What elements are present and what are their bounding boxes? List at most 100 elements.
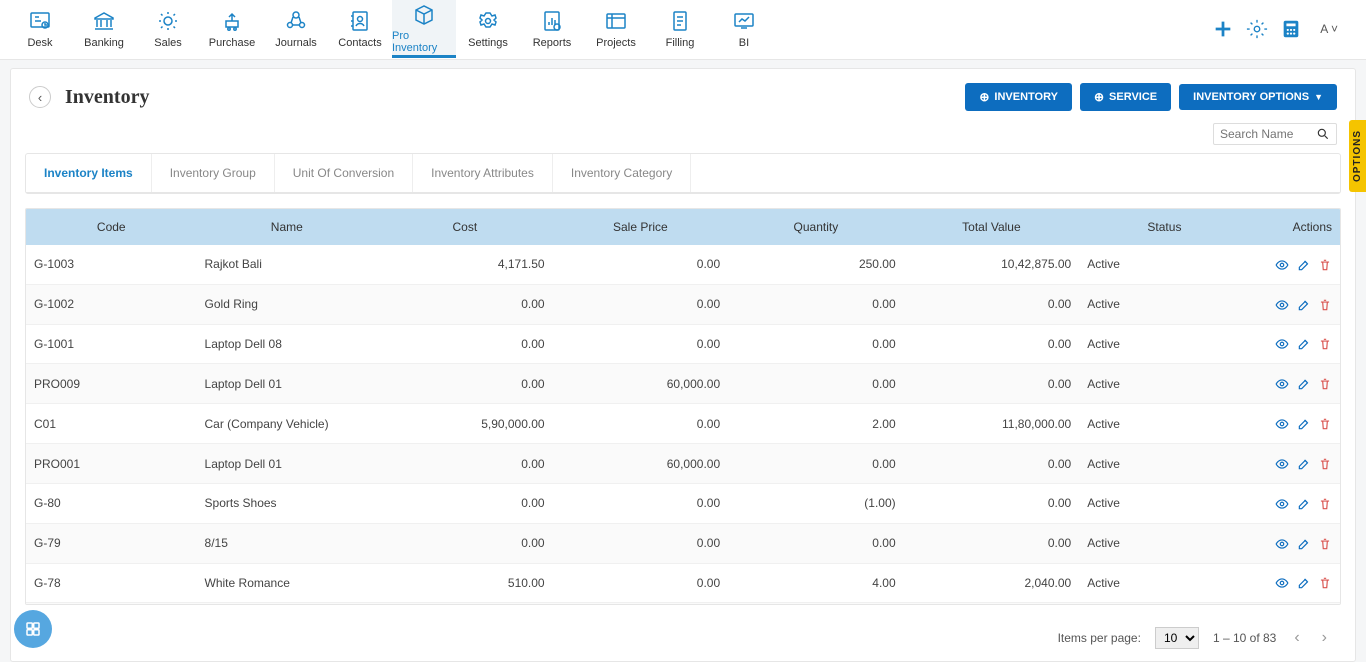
- table-row: PRO001 Laptop Dell 01 0.00 60,000.00 0.0…: [26, 444, 1340, 484]
- nav-journals[interactable]: Journals: [264, 0, 328, 58]
- view-icon[interactable]: [1275, 576, 1289, 590]
- delete-icon[interactable]: [1318, 258, 1332, 272]
- cell-actions: [1250, 324, 1340, 364]
- nav-desk[interactable]: Desk: [8, 0, 72, 58]
- cell-name: Rajkot Bali: [197, 245, 378, 284]
- cell-status: Active: [1079, 324, 1250, 364]
- col-status[interactable]: Status: [1079, 209, 1250, 245]
- col-qty[interactable]: Quantity: [728, 209, 904, 245]
- gear-icon[interactable]: [1246, 18, 1268, 40]
- nav-bi[interactable]: BI: [712, 0, 776, 58]
- edit-icon[interactable]: [1297, 298, 1311, 312]
- nav-reports[interactable]: Reports: [520, 0, 584, 58]
- delete-icon[interactable]: [1318, 337, 1332, 351]
- cell-name: Car (Company Vehicle): [197, 404, 378, 444]
- edit-icon[interactable]: [1297, 576, 1311, 590]
- calculator-icon[interactable]: [1280, 18, 1302, 40]
- cell-code: G-78: [26, 563, 197, 603]
- view-icon[interactable]: [1275, 298, 1289, 312]
- edit-icon[interactable]: [1297, 258, 1311, 272]
- col-name[interactable]: Name: [197, 209, 378, 245]
- nav-purchase[interactable]: Purchase: [200, 0, 264, 58]
- tab-inventory-items[interactable]: Inventory Items: [26, 154, 152, 192]
- delete-icon[interactable]: [1318, 537, 1332, 551]
- search-icon[interactable]: [1316, 127, 1330, 141]
- apps-fab[interactable]: [14, 610, 52, 648]
- edit-icon[interactable]: [1297, 377, 1311, 391]
- nav-banking[interactable]: Banking: [72, 0, 136, 58]
- col-cost[interactable]: Cost: [377, 209, 553, 245]
- cell-code: G-79: [26, 523, 197, 563]
- nav-pro-inventory[interactable]: Pro Inventory: [392, 0, 456, 58]
- chevron-down-icon: ˅: [1331, 22, 1338, 36]
- cell-sale: 0.00: [553, 523, 729, 563]
- delete-icon[interactable]: [1318, 298, 1332, 312]
- view-icon[interactable]: [1275, 497, 1289, 511]
- cell-qty: 0.00: [728, 523, 904, 563]
- nav-projects[interactable]: Projects: [584, 0, 648, 58]
- cell-code: PRO009: [26, 364, 197, 404]
- col-sale[interactable]: Sale Price: [553, 209, 729, 245]
- nav-sales[interactable]: Sales: [136, 0, 200, 58]
- cell-actions: [1250, 364, 1340, 404]
- edit-icon[interactable]: [1297, 537, 1311, 551]
- cell-cost: 0.00: [377, 324, 553, 364]
- tab-inventory-group[interactable]: Inventory Group: [152, 154, 275, 192]
- nav-label: Reports: [533, 37, 572, 49]
- inventory-options-button[interactable]: INVENTORY OPTIONS ▼: [1179, 84, 1337, 110]
- cell-cost: 510.00: [377, 563, 553, 603]
- page-title: Inventory: [65, 86, 149, 109]
- cell-sale: 0.00: [553, 245, 729, 284]
- cell-code: G-1003: [26, 245, 197, 284]
- plus-icon[interactable]: [1212, 18, 1234, 40]
- delete-icon[interactable]: [1318, 497, 1332, 511]
- options-side-tab[interactable]: OPTIONS: [1349, 120, 1366, 192]
- cell-code: C01: [26, 404, 197, 444]
- cell-status: Active: [1079, 523, 1250, 563]
- tab-inventory-category[interactable]: Inventory Category: [553, 154, 691, 192]
- delete-icon[interactable]: [1318, 417, 1332, 431]
- user-menu[interactable]: A ˅: [1314, 18, 1344, 40]
- delete-icon[interactable]: [1318, 576, 1332, 590]
- edit-icon[interactable]: [1297, 337, 1311, 351]
- cell-sale: 60,000.00: [553, 364, 729, 404]
- tab-inventory-attributes[interactable]: Inventory Attributes: [413, 154, 553, 192]
- edit-icon[interactable]: [1297, 457, 1311, 471]
- add-service-button[interactable]: ⊕SERVICE: [1080, 83, 1171, 111]
- col-code[interactable]: Code: [26, 209, 197, 245]
- sales-icon: [156, 9, 180, 33]
- delete-icon[interactable]: [1318, 457, 1332, 471]
- view-icon[interactable]: [1275, 537, 1289, 551]
- delete-icon[interactable]: [1318, 377, 1332, 391]
- cell-total: 0.00: [904, 364, 1080, 404]
- cell-cost: 0.00: [377, 284, 553, 324]
- view-icon[interactable]: [1275, 457, 1289, 471]
- cell-code: G-80: [26, 483, 197, 523]
- edit-icon[interactable]: [1297, 497, 1311, 511]
- edit-icon[interactable]: [1297, 417, 1311, 431]
- cell-status: Active: [1079, 603, 1250, 605]
- view-icon[interactable]: [1275, 417, 1289, 431]
- next-page-button[interactable]: ›: [1318, 629, 1331, 647]
- nav-label: Journals: [275, 37, 317, 49]
- cell-qty: 250.00: [728, 245, 904, 284]
- cell-sale: 0.00: [553, 483, 729, 523]
- nav-filling[interactable]: Filling: [648, 0, 712, 58]
- nav-contacts[interactable]: Contacts: [328, 0, 392, 58]
- add-inventory-button[interactable]: ⊕INVENTORY: [965, 83, 1072, 111]
- cell-sale: 0.00: [553, 603, 729, 605]
- nav-label: Purchase: [209, 37, 255, 49]
- prev-page-button[interactable]: ‹: [1290, 629, 1303, 647]
- back-button[interactable]: ‹: [29, 86, 51, 108]
- page-size-select[interactable]: 10: [1155, 627, 1199, 649]
- cell-actions: [1250, 284, 1340, 324]
- view-icon[interactable]: [1275, 377, 1289, 391]
- col-total[interactable]: Total Value: [904, 209, 1080, 245]
- nav-settings[interactable]: Settings: [456, 0, 520, 58]
- view-icon[interactable]: [1275, 258, 1289, 272]
- search-input[interactable]: [1220, 127, 1310, 141]
- view-icon[interactable]: [1275, 337, 1289, 351]
- nav-right-tools: A ˅: [1212, 0, 1358, 58]
- tab-unit-conversion[interactable]: Unit Of Conversion: [275, 154, 413, 192]
- cell-total: 5,460.00: [904, 603, 1080, 605]
